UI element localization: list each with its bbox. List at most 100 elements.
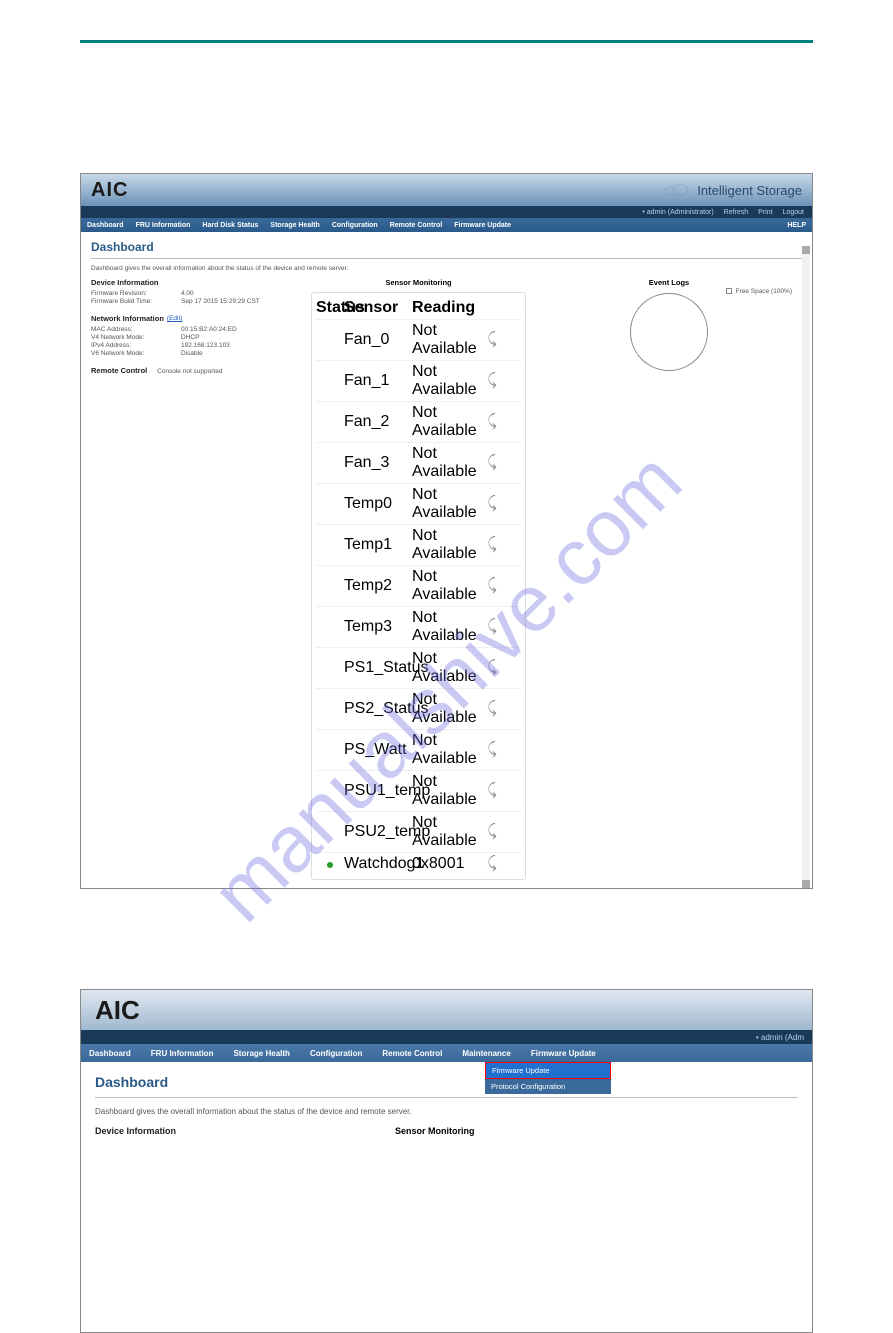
sensor-reading: Not Available [412, 732, 482, 768]
sensor-row: PS2_StatusNot Available⤹ [316, 688, 521, 729]
sensor-detail-icon[interactable]: ⤹ [482, 495, 502, 513]
sensor-row: PS_WattNot Available⤹ [316, 729, 521, 770]
nav2-remote[interactable]: Remote Control [382, 1049, 442, 1058]
sensor-detail-icon[interactable]: ⤹ [482, 855, 502, 873]
nav2-storage[interactable]: Storage Health [233, 1049, 289, 1058]
dropdown-firmware-update[interactable]: Firmware Update [485, 1062, 611, 1079]
sensor-name: Fan_0 [344, 331, 412, 349]
col-icon-header [482, 299, 502, 317]
nav2-maintenance[interactable]: Maintenance [462, 1049, 510, 1058]
sensor-detail-icon[interactable]: ⤹ [482, 536, 502, 554]
dropdown-protocol-config[interactable]: Protocol Configuration [485, 1079, 611, 1094]
header-right: Intelligent Storage [661, 181, 802, 199]
sensor-reading: Not Available [412, 404, 482, 440]
nav2-config[interactable]: Configuration [310, 1049, 362, 1058]
firmware-dropdown: Firmware Update Protocol Configuration [485, 1062, 611, 1094]
sensor-row: Fan_3Not Available⤹ [316, 442, 521, 483]
sensor-reading: Not Available [412, 773, 482, 809]
page-title: Dashboard [91, 240, 802, 254]
nav-dashboard[interactable]: Dashboard [87, 222, 124, 229]
sensor-name: PSU2_temp [344, 823, 412, 841]
sensor-name: Fan_2 [344, 413, 412, 431]
col-status-header: Status [316, 299, 344, 317]
sensor-row: Fan_0Not Available⤹ [316, 319, 521, 360]
remote-control-title: Remote Control [91, 366, 147, 375]
sensor-reading: Not Available [412, 609, 482, 645]
info-value: 00:15:B2:A0:24:ED [181, 326, 237, 333]
sensor-name: Temp0 [344, 495, 412, 513]
content-area: Dashboard Dashboard gives the overall in… [81, 232, 812, 888]
logout-link[interactable]: Logout [783, 209, 804, 216]
user-info-2: • admin (Adm [756, 1033, 804, 1042]
sensor-detail-icon[interactable]: ⤹ [482, 331, 502, 349]
remote-control-value: Console not supported [157, 368, 222, 375]
info-label: Firmware Revision: [91, 290, 181, 297]
status-ok-icon [327, 862, 333, 868]
legend-box [726, 288, 732, 294]
sensor-reading: Not Available [412, 445, 482, 481]
sensor-reading: Not Available [412, 322, 482, 358]
app-header-2: AIC [81, 990, 812, 1030]
content-area-2: Dashboard Dashboard gives the overall in… [81, 1062, 812, 1332]
sensor-row: PS1_StatusNot Available⤹ [316, 647, 521, 688]
legend: Free Space (100%) [726, 288, 792, 295]
screenshot-1: AIC Intelligent Storage • admin (Adminis… [80, 173, 813, 889]
nav2-fru[interactable]: FRU Information [151, 1049, 214, 1058]
refresh-link[interactable]: Refresh [724, 209, 749, 216]
nav-config[interactable]: Configuration [332, 222, 378, 229]
sensor-detail-icon[interactable]: ⤹ [482, 577, 502, 595]
page-desc: Dashboard gives the overall information … [91, 265, 802, 272]
info-value: 4.00 [181, 290, 194, 297]
sensor-detail-icon[interactable]: ⤹ [482, 372, 502, 390]
scrollbar-down[interactable] [802, 880, 810, 888]
info-value: Disable [181, 350, 203, 357]
nav-remote[interactable]: Remote Control [390, 222, 443, 229]
title-divider-2 [95, 1097, 798, 1098]
nav-fru[interactable]: FRU Information [136, 222, 191, 229]
edit-link[interactable]: (Edit) [167, 315, 183, 322]
page-desc-2: Dashboard gives the overall information … [95, 1107, 798, 1116]
sensor-reading: Not Available [412, 814, 482, 850]
col-sensor-header: Sensor [344, 299, 412, 317]
info-row: Firmware Build Time: Sep 17 2015 15:29:2… [91, 298, 301, 305]
sensor-reading: Not Available [412, 363, 482, 399]
print-link[interactable]: Print [758, 209, 772, 216]
logo: AIC [91, 179, 128, 202]
sensor-name: Fan_1 [344, 372, 412, 390]
sensor-name: Fan_3 [344, 454, 412, 472]
sensor-box: Status Sensor Reading Fan_0Not Available… [311, 292, 526, 880]
sensor-detail-icon[interactable]: ⤹ [482, 413, 502, 431]
info-row: MAC Address: 00:15:B2:A0:24:ED [91, 326, 301, 333]
sensor-detail-icon[interactable]: ⤹ [482, 741, 502, 759]
brand-text: Intelligent Storage [697, 183, 802, 198]
nav-hdd[interactable]: Hard Disk Status [202, 222, 258, 229]
sensor-detail-icon[interactable]: ⤹ [482, 823, 502, 841]
nav-bar: Dashboard FRU Information Hard Disk Stat… [81, 218, 812, 232]
sensor-row: Temp3Not Available⤹ [316, 606, 521, 647]
cloud-icon [661, 181, 691, 199]
sensor-detail-icon[interactable]: ⤹ [482, 454, 502, 472]
scrollbar-up[interactable] [802, 246, 810, 254]
info-label: V6 Network Mode: [91, 350, 181, 357]
scrollbar[interactable] [802, 246, 810, 888]
nav2-dashboard[interactable]: Dashboard [89, 1049, 131, 1058]
user-info: • admin (Administrator) [642, 209, 713, 216]
sensor-row: Temp1Not Available⤹ [316, 524, 521, 565]
sensor-row: Fan_1Not Available⤹ [316, 360, 521, 401]
sensor-detail-icon[interactable]: ⤹ [482, 700, 502, 718]
info-row: V4 Network Mode: DHCP [91, 334, 301, 341]
sensor-detail-icon[interactable]: ⤹ [482, 659, 502, 677]
info-row: Firmware Revision: 4.00 [91, 290, 301, 297]
sensor-row: Temp0Not Available⤹ [316, 483, 521, 524]
nav-storage[interactable]: Storage Health [270, 222, 319, 229]
sensor-detail-icon[interactable]: ⤹ [482, 618, 502, 636]
user-bar: • admin (Administrator) Refresh Print Lo… [81, 206, 812, 218]
sensor-reading: Not Available [412, 691, 482, 727]
main-area: Device Information Firmware Revision: 4.… [91, 278, 802, 880]
sensor-detail-icon[interactable]: ⤹ [482, 782, 502, 800]
nav2-firmware[interactable]: Firmware Update [531, 1049, 596, 1058]
logo-block: AIC [91, 179, 128, 202]
network-info-title: Network Information (Edit) [91, 314, 301, 323]
nav-firmware[interactable]: Firmware Update [454, 222, 511, 229]
help-link[interactable]: HELP [787, 222, 806, 229]
